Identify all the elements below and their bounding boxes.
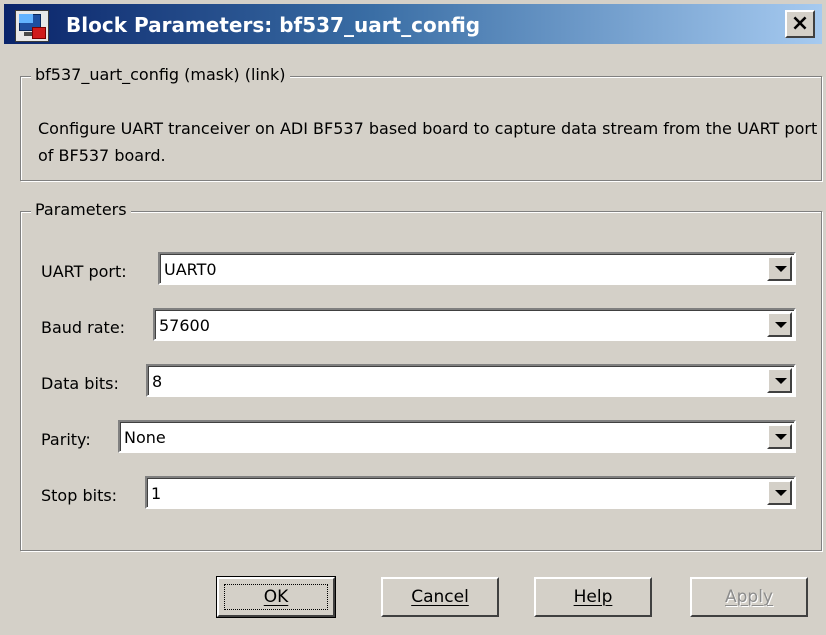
title-bar[interactable]: Block Parameters: bf537_uart_config × (4, 4, 822, 44)
apply-button[interactable]: Apply (690, 577, 808, 617)
stop-bits-value: 1 (151, 484, 162, 503)
data-bits-label: Data bits: (41, 374, 119, 393)
stop-bits-select[interactable]: 1 (145, 476, 796, 509)
close-button[interactable]: × (785, 10, 815, 38)
focus-rectangle (224, 584, 328, 610)
dropdown-arrow-icon[interactable] (767, 368, 792, 393)
close-icon: × (790, 11, 810, 36)
data-bits-select[interactable]: 8 (146, 364, 796, 397)
cancel-button[interactable]: Cancel (381, 577, 499, 617)
parity-value: None (124, 428, 166, 447)
baud-rate-label: Baud rate: (41, 318, 126, 337)
stop-bits-label: Stop bits: (41, 486, 118, 505)
uart-port-select[interactable]: UART0 (158, 252, 796, 285)
mask-description-group: bf537_uart_config (mask) (link) Configur… (20, 65, 822, 181)
baud-rate-select[interactable]: 57600 (153, 308, 796, 341)
parity-label: Parity: (41, 430, 91, 449)
dropdown-arrow-icon[interactable] (767, 312, 792, 337)
help-button[interactable]: Help (534, 577, 652, 617)
help-button-label: Help (573, 587, 613, 607)
parameters-group-legend: Parameters (31, 200, 131, 219)
dropdown-arrow-icon[interactable] (767, 480, 792, 505)
dropdown-arrow-icon[interactable] (767, 424, 792, 449)
mask-description: Configure UART tranceiver on ADI BF537 b… (38, 119, 818, 165)
ok-button[interactable]: OK (216, 576, 336, 618)
mask-group-legend: bf537_uart_config (mask) (link) (31, 65, 290, 84)
uart-port-label: UART port: (41, 262, 127, 281)
block-parameters-dialog: Block Parameters: bf537_uart_config × bf… (0, 0, 826, 635)
data-bits-value: 8 (152, 372, 163, 391)
app-icon (15, 10, 49, 42)
parity-select[interactable]: None (118, 420, 796, 453)
baud-rate-value: 57600 (159, 316, 210, 335)
window-title: Block Parameters: bf537_uart_config (66, 13, 481, 37)
apply-button-label: Apply (725, 587, 773, 607)
dropdown-arrow-icon[interactable] (767, 256, 792, 281)
uart-port-value: UART0 (164, 260, 217, 279)
cancel-button-label: Cancel (411, 587, 469, 607)
